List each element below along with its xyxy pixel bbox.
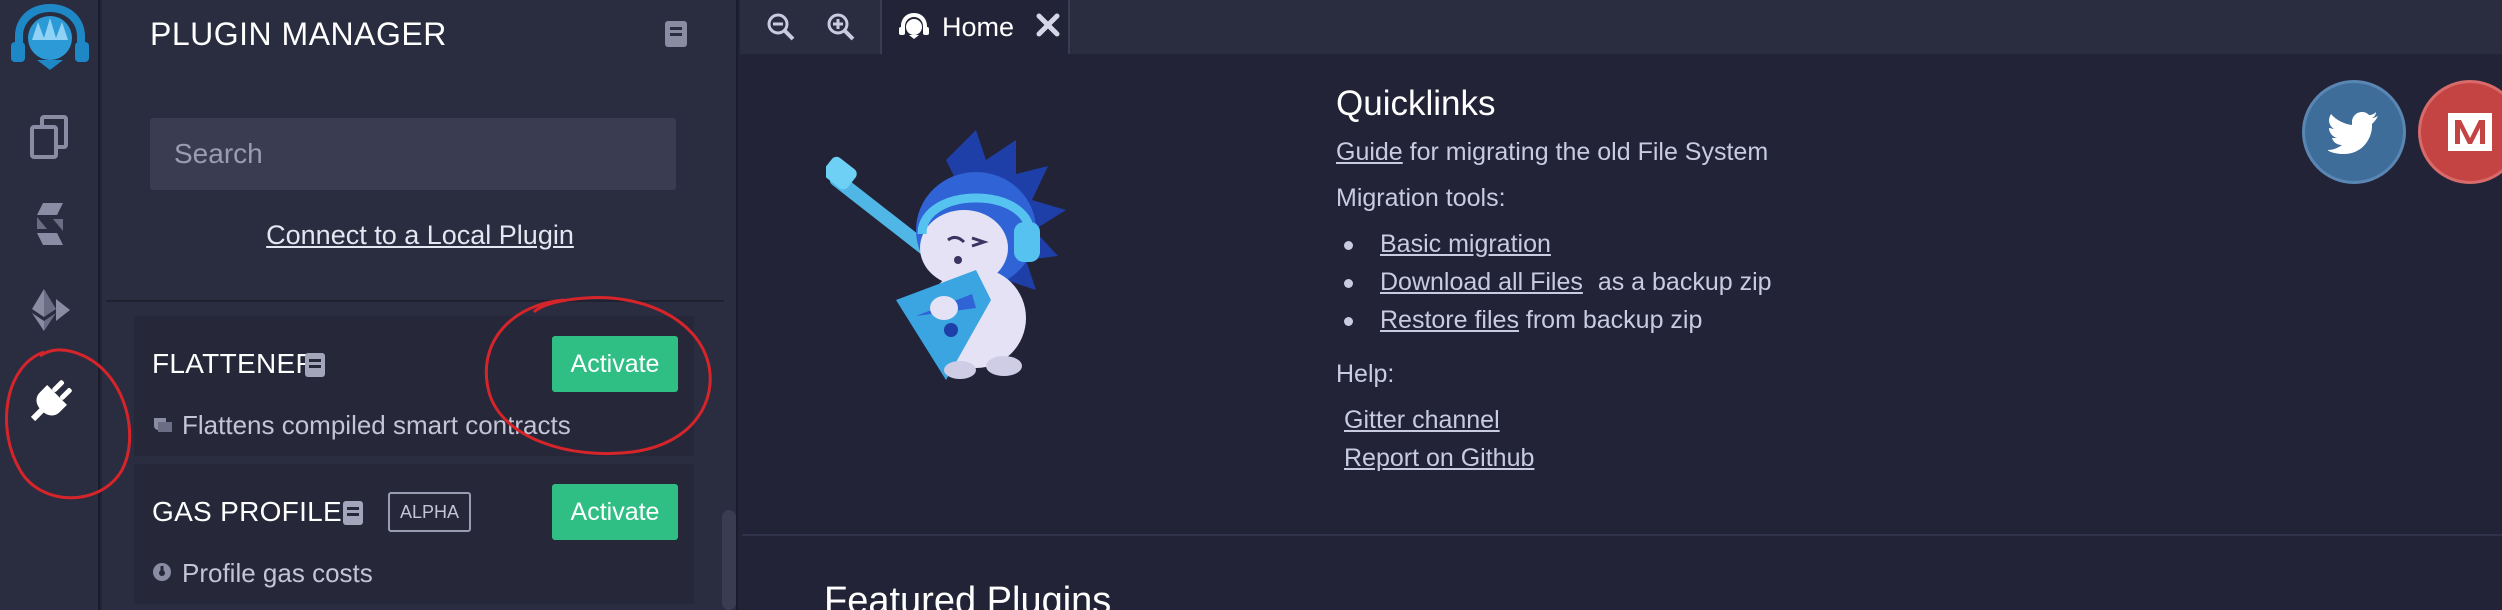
remix-logo-icon[interactable] xyxy=(0,0,100,76)
close-tab-icon[interactable] xyxy=(1036,13,1060,42)
plugin-card-flattener: FLATTENER Activate Flattens compiled sma… xyxy=(134,316,694,456)
plugin-docs-icon[interactable] xyxy=(342,500,364,531)
connect-local-plugin-link[interactable]: Connect to a Local Plugin xyxy=(102,220,736,251)
gitter-channel-link[interactable]: Gitter channel xyxy=(1344,406,1500,435)
bullet xyxy=(1344,317,1353,326)
icon-panel xyxy=(0,0,100,610)
gitter-channel-link-text[interactable]: Gitter channel xyxy=(1344,406,1500,434)
report-github-link-text[interactable]: Report on Github xyxy=(1344,444,1534,472)
guide-link[interactable]: Guide xyxy=(1336,138,1403,166)
plugin-docs-icon[interactable] xyxy=(304,352,326,383)
scroll-icon xyxy=(152,410,172,441)
bullet xyxy=(1344,241,1353,250)
migration-item-text: as a backup zip xyxy=(1597,268,1772,296)
zoom-out-icon[interactable] xyxy=(758,0,804,54)
guide-line: Guide for migrating the old File System xyxy=(1336,138,1768,167)
divider xyxy=(106,300,724,302)
migration-item: Basic migration xyxy=(1380,230,1551,259)
plugin-description-text: Flattens compiled smart contracts xyxy=(182,410,571,440)
help-label: Help: xyxy=(1336,360,1395,388)
guide-text: for migrating the old File System xyxy=(1409,138,1769,166)
tab-home[interactable]: Home xyxy=(880,0,1070,54)
migration-item-text: from backup zip xyxy=(1525,306,1703,334)
plugin-description-text: Profile gas costs xyxy=(182,558,373,588)
migration-item: Download all Files as a backup zip xyxy=(1380,268,1772,297)
plugin-description: Profile gas costs xyxy=(152,558,373,589)
panel-title: PLUGIN MANAGER xyxy=(150,16,447,52)
download-all-files-link[interactable]: Download all Files xyxy=(1380,268,1583,296)
documentation-icon[interactable] xyxy=(664,20,688,53)
zoom-in-icon[interactable] xyxy=(818,0,864,54)
tab-bar: Home xyxy=(740,0,2502,54)
activate-button[interactable]: Activate xyxy=(552,336,678,392)
report-github-link[interactable]: Report on Github xyxy=(1344,444,1534,473)
migration-tools-label: Migration tools: xyxy=(1336,184,1506,212)
twitter-icon[interactable] xyxy=(2302,80,2406,184)
plugin-name: GAS PROFILER xyxy=(152,496,363,527)
bullet xyxy=(1344,279,1353,288)
panel-scrollbar[interactable] xyxy=(722,510,736,610)
tab-home-label: Home xyxy=(942,11,1015,42)
plugin-card-gas-profiler: GAS PROFILER ALPHA Activate Profile gas … xyxy=(134,464,694,604)
plugin-manager-icon[interactable] xyxy=(0,362,100,442)
restore-files-link[interactable]: Restore files xyxy=(1380,306,1519,334)
remix-home-icon xyxy=(898,10,930,45)
plugin-search-input[interactable] xyxy=(150,118,676,190)
alpha-badge: ALPHA xyxy=(388,492,472,532)
home-tab-content: Quicklinks Guide for migrating the old F… xyxy=(742,54,2502,610)
activate-button[interactable]: Activate xyxy=(552,484,678,540)
plugin-description: Flattens compiled smart contracts xyxy=(152,410,571,441)
featured-plugins-title: Featured Plugins xyxy=(824,580,1112,610)
migration-item: Restore files from backup zip xyxy=(1380,306,1702,335)
gas-icon xyxy=(152,558,172,589)
remix-mascot-illustration xyxy=(823,130,1072,395)
plugin-manager-panel: PLUGIN MANAGER Connect to a Local Plugin… xyxy=(102,0,738,610)
solidity-compiler-icon[interactable] xyxy=(0,184,100,264)
plugin-name: FLATTENER xyxy=(152,348,316,379)
medium-icon[interactable] xyxy=(2418,80,2502,184)
quicklinks-title: Quicklinks xyxy=(1336,84,1496,123)
deploy-run-icon[interactable] xyxy=(0,270,100,350)
file-explorer-icon[interactable] xyxy=(0,96,100,176)
section-divider xyxy=(742,534,2502,536)
basic-migration-link[interactable]: Basic migration xyxy=(1380,230,1551,258)
